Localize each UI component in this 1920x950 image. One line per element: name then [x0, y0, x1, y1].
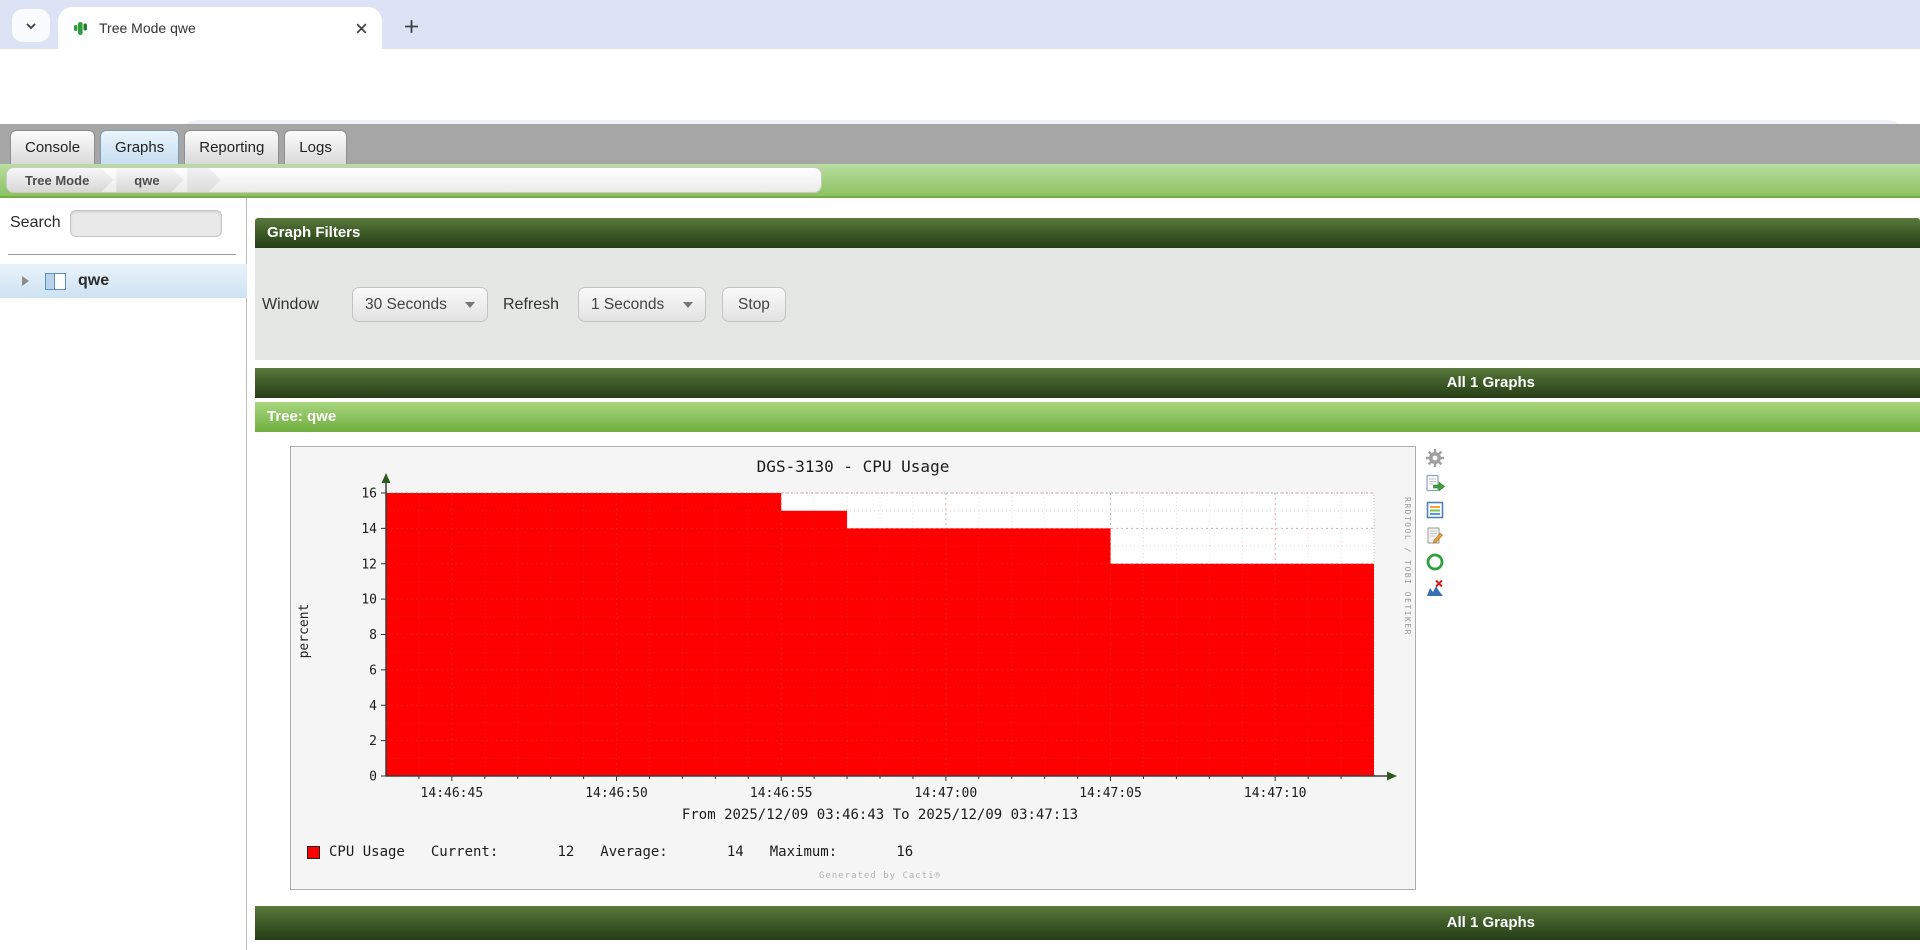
svg-text:8: 8 — [369, 628, 377, 643]
breadcrumb-band: Tree Mode qwe — [0, 164, 1920, 198]
breadcrumb-tree-mode[interactable]: Tree Mode — [7, 168, 113, 192]
svg-text:14:47:05: 14:47:05 — [1079, 786, 1142, 801]
graph-image[interactable]: DGS-3130 - CPU Usage percent 02468101214… — [290, 446, 1416, 890]
graph-watermark: Generated by Cacti® — [386, 871, 1374, 881]
refresh-dropdown[interactable]: 1 Seconds — [578, 287, 706, 322]
legend-current-label: Current: — [431, 844, 498, 860]
graph-legend: CPU Usage Current: 12 Average: 14 Maximu… — [307, 844, 913, 860]
graph-source-icon — [1425, 500, 1445, 520]
legend-swatch — [307, 846, 320, 859]
tree-expander-icon[interactable] — [22, 276, 29, 286]
new-tab-button[interactable] — [398, 13, 424, 39]
edit-pencil-icon — [1425, 526, 1445, 546]
tab-console[interactable]: Console — [10, 130, 95, 164]
sidebar-item-qwe[interactable]: qwe — [0, 264, 247, 298]
graph-source-button[interactable] — [1424, 499, 1446, 521]
browser-tabstrip: Tree Mode qwe — [0, 0, 1920, 49]
export-csv-button[interactable] — [1424, 473, 1446, 495]
tree-page-icon — [45, 273, 66, 290]
cacti-favicon-icon — [72, 20, 89, 37]
svg-text:16: 16 — [361, 487, 377, 502]
svg-text:14: 14 — [361, 522, 377, 537]
tab-reporting[interactable]: Reporting — [184, 130, 279, 164]
graph-settings-button[interactable] — [1424, 447, 1446, 469]
cpu-usage-plot: 0 2 4 6 8 10 12 14 16 14:46:45 14:46:50 14:46:55 14:… — [291, 447, 1417, 891]
chevron-down-icon — [24, 19, 38, 33]
dropdown-caret-icon — [465, 302, 475, 308]
legend-maximum-label: Maximum: — [770, 844, 837, 860]
refresh-label: Refresh — [503, 296, 559, 314]
realtime-button[interactable] — [1424, 551, 1446, 573]
tab-close-icon[interactable] — [355, 22, 368, 35]
dropdown-caret-icon — [683, 302, 693, 308]
tree-item-label: qwe — [78, 272, 109, 290]
breadcrumb-tail-chevron-icon — [187, 168, 221, 192]
browser-toolbar: localhost/cacti/graph_view.php?action=tr… — [0, 49, 1920, 124]
tab-logs[interactable]: Logs — [284, 130, 347, 164]
search-input[interactable] — [70, 210, 222, 237]
svg-text:14:46:55: 14:46:55 — [750, 786, 813, 801]
sidebar: Search qwe — [0, 198, 247, 950]
tree-band: Tree: qwe — [255, 402, 1920, 432]
graph-actions — [1424, 447, 1446, 599]
svg-text:2: 2 — [369, 734, 377, 749]
legend-current-value: 12 — [498, 844, 574, 860]
graph-edit-button[interactable] — [1424, 525, 1446, 547]
graph-date-range: From 2025/12/09 03:46:43 To 2025/12/09 0… — [386, 807, 1374, 823]
window-dropdown[interactable]: 30 Seconds — [352, 287, 488, 322]
tab-graphs[interactable]: Graphs — [100, 130, 179, 164]
legend-series-name: CPU Usage — [329, 844, 405, 860]
cacti-tabbar: Console Graphs Reporting Logs — [0, 124, 1920, 164]
realtime-circle-icon — [1425, 552, 1445, 572]
kill-spikes-button[interactable] — [1424, 577, 1446, 599]
app-root: Tree Mode qwe localhost/cacti/graph_view… — [0, 0, 1920, 950]
window-value: 30 Seconds — [365, 296, 447, 314]
graphs-count-footer: All 1 Graphs — [255, 906, 1920, 940]
svg-text:4: 4 — [369, 699, 377, 714]
legend-average-value: 14 — [668, 844, 744, 860]
rrdtool-credit: RRDTOOL / TOBI OETIKER — [1403, 497, 1412, 636]
kill-spikes-icon — [1425, 578, 1445, 598]
svg-text:6: 6 — [369, 663, 377, 678]
sidebar-divider — [8, 254, 236, 255]
export-csv-icon — [1425, 474, 1445, 494]
tab-search-button[interactable] — [12, 9, 50, 42]
svg-text:0: 0 — [369, 770, 377, 785]
svg-text:10: 10 — [361, 593, 377, 608]
svg-text:14:46:50: 14:46:50 — [585, 786, 648, 801]
gear-icon — [1425, 448, 1445, 468]
graphs-count-header: All 1 Graphs — [255, 368, 1920, 398]
svg-text:12: 12 — [361, 557, 377, 572]
legend-maximum-value: 16 — [837, 844, 913, 860]
refresh-value: 1 Seconds — [591, 296, 664, 314]
svg-text:14:47:10: 14:47:10 — [1244, 786, 1307, 801]
svg-text:14:46:45: 14:46:45 — [421, 786, 484, 801]
search-label: Search — [10, 214, 61, 232]
browser-tab[interactable]: Tree Mode qwe — [58, 7, 382, 49]
tab-title: Tree Mode qwe — [99, 20, 355, 36]
svg-text:14:47:00: 14:47:00 — [915, 786, 978, 801]
graph-filters-header: Graph Filters — [255, 218, 1920, 248]
breadcrumb-qwe[interactable]: qwe — [116, 168, 183, 192]
stop-button[interactable]: Stop — [722, 287, 786, 322]
window-label: Window — [262, 296, 319, 314]
plus-icon — [404, 19, 419, 34]
breadcrumb: Tree Mode qwe — [6, 167, 822, 193]
legend-average-label: Average: — [600, 844, 667, 860]
